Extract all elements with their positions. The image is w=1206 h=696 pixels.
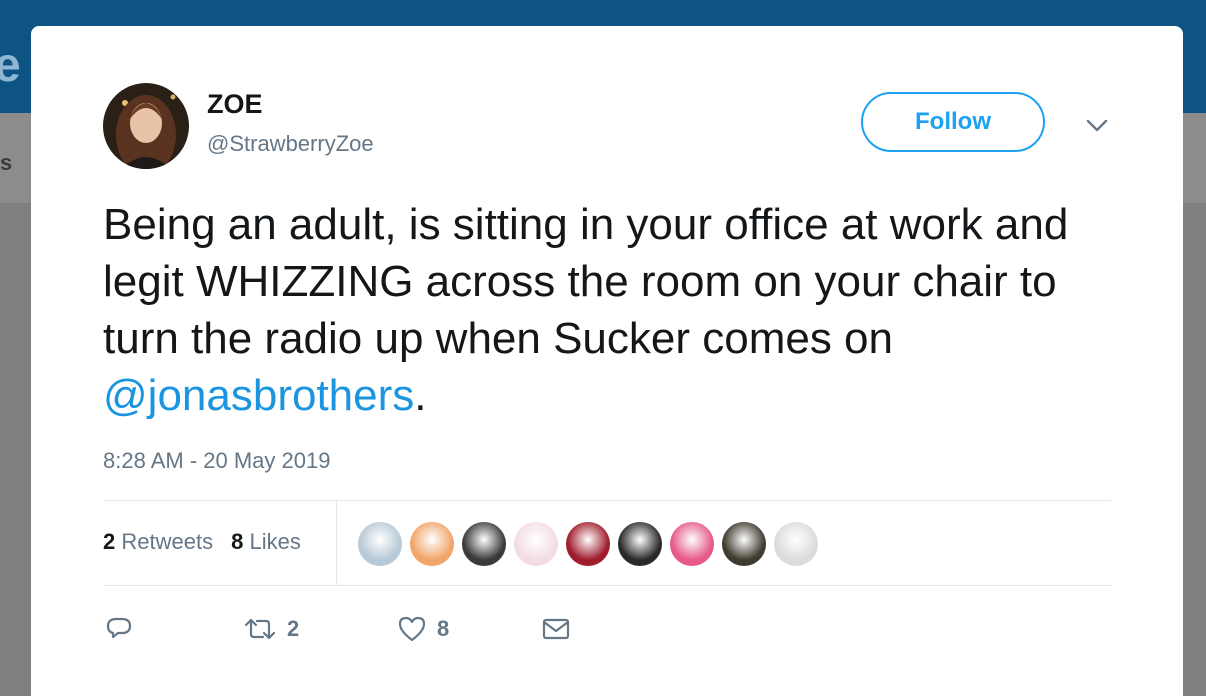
liker-avatar[interactable] (774, 522, 818, 566)
likes-stat[interactable]: 8 Likes (231, 529, 301, 554)
liker-avatar[interactable] (566, 522, 610, 566)
chevron-down-icon (1086, 119, 1108, 132)
background-brand-text: e (0, 39, 21, 92)
tweet-text-body: Being an adult, is sitting in your offic… (103, 200, 1069, 363)
retweet-icon (244, 618, 276, 640)
retweets-count: 2 (103, 529, 116, 554)
heart-icon (398, 616, 426, 642)
liker-avatar[interactable] (462, 522, 506, 566)
tweet-card: ZOE @StrawberryZoe Follow Being an adult… (31, 26, 1183, 696)
background-nav-text: s (0, 150, 13, 175)
liker-avatar[interactable] (358, 522, 402, 566)
liker-avatar[interactable] (722, 522, 766, 566)
envelope-icon (542, 618, 570, 640)
likes-label: Likes (249, 529, 301, 554)
reply-icon (106, 617, 132, 639)
like-button[interactable]: 8 (397, 611, 449, 647)
follow-button[interactable]: Follow (861, 92, 1045, 152)
more-options-button[interactable] (1083, 114, 1111, 138)
retweets-stat[interactable]: 2 Retweets (103, 529, 213, 554)
tweet-timestamp[interactable]: 8:28 AM - 20 May 2019 (103, 448, 330, 474)
retweets-label: Retweets (121, 529, 214, 554)
liker-avatar[interactable] (670, 522, 714, 566)
liker-avatars (358, 521, 826, 567)
author-display-name[interactable]: ZOE (207, 89, 263, 120)
reply-button[interactable] (105, 611, 133, 647)
tweet-stats: 2 Retweets 8 Likes (103, 529, 301, 555)
liker-avatar[interactable] (514, 522, 558, 566)
retweet-count: 2 (287, 616, 300, 641)
liker-avatar[interactable] (618, 522, 662, 566)
mention-link[interactable]: @jonasbrothers (103, 371, 414, 420)
tweet-text-end: . (414, 371, 427, 420)
stats-top-divider (103, 500, 1111, 501)
retweet-button[interactable]: 2 (243, 611, 299, 647)
like-count: 8 (437, 616, 450, 641)
author-handle[interactable]: @StrawberryZoe (207, 131, 374, 157)
stats-bottom-divider (103, 585, 1111, 586)
author-avatar[interactable] (103, 83, 189, 169)
direct-message-button[interactable] (541, 611, 571, 647)
tweet-text: Being an adult, is sitting in your offic… (103, 196, 1143, 424)
likes-count: 8 (231, 529, 244, 554)
liker-avatar[interactable] (410, 522, 454, 566)
stats-vertical-divider (336, 501, 337, 586)
